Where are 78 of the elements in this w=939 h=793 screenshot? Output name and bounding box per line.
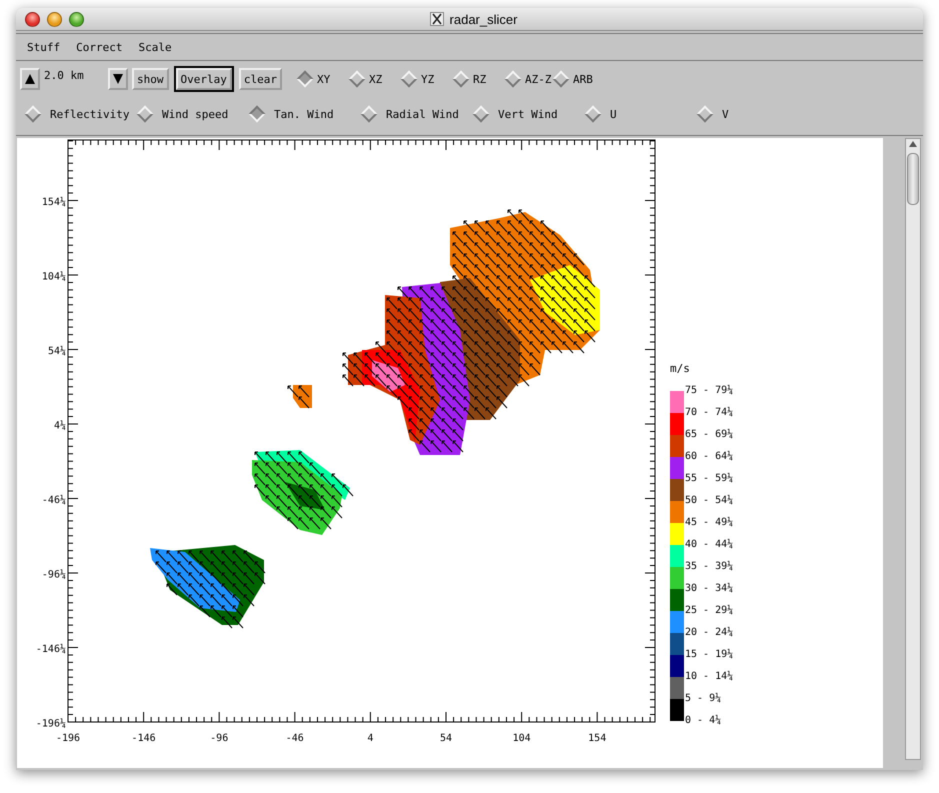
action-button[interactable]: show (132, 68, 168, 90)
radio-label: RZ (472, 72, 486, 86)
close-button[interactable] (25, 12, 40, 26)
plane-radio[interactable]: AZ-Z (504, 72, 552, 86)
vertical-scrollbar[interactable] (905, 138, 921, 760)
plane-radio[interactable]: XZ (348, 72, 400, 86)
legend-unit: m/s (670, 362, 691, 377)
field-radio[interactable]: Tan. Wind (248, 108, 360, 120)
increase-button[interactable] (20, 68, 40, 90)
y-axis-label: -46¼ (42, 495, 66, 506)
y-axis-label: -146¼ (36, 644, 66, 655)
legend-label: 0 - 4¼ (685, 714, 722, 728)
legend-label: 40 - 44¼ (685, 538, 734, 552)
legend-label: 55 - 59¼ (685, 472, 734, 486)
legend-label: 65 - 69¼ (685, 428, 734, 442)
radio-label: XY (316, 72, 330, 86)
legend-label: 75 - 79¼ (685, 384, 734, 398)
legend-label: 20 - 24¼ (685, 626, 734, 640)
radio-label: Tan. Wind (274, 108, 334, 120)
y-axis-label: 54¼ (48, 346, 66, 357)
action-button[interactable]: clear (238, 68, 282, 90)
window-title: radar_slicer (450, 12, 518, 26)
field-radio[interactable]: V (696, 108, 808, 120)
x-axis-label: 104 (512, 733, 531, 744)
x-axis-label: -46 (286, 733, 304, 744)
field-radio[interactable]: Radial Wind (360, 108, 472, 120)
x-axis-label: -196 (56, 733, 80, 744)
plane-radio[interactable]: ARB (552, 72, 604, 86)
radio-label: AZ-Z (524, 72, 552, 86)
legend-label: 35 - 39¼ (685, 560, 734, 574)
minimize-button[interactable] (47, 12, 62, 26)
radio-label: U (610, 108, 617, 120)
plane-radio[interactable]: XY (296, 72, 348, 86)
height-value: 2.0 km (44, 69, 85, 82)
radio-label: XZ (368, 72, 382, 86)
x-axis-label: 154 (588, 733, 606, 744)
radio-label: Wind speed (162, 108, 228, 120)
menu-item[interactable]: Stuff (22, 38, 66, 56)
up-triangle-icon (907, 139, 919, 149)
radio-label: V (722, 108, 729, 120)
scrollbar-thumb[interactable] (907, 153, 919, 205)
y-axis-label: -196¼ (36, 718, 66, 730)
y-axis-label: 154¼ (42, 197, 66, 208)
radio-label: ARB (572, 72, 593, 86)
legend-label: 10 - 14¼ (685, 670, 734, 684)
x-axis-label: 4 (367, 733, 374, 744)
radio-label: Radial Wind (386, 108, 459, 120)
action-button[interactable]: Overlay (176, 68, 232, 90)
field-radio[interactable]: Wind speed (136, 108, 248, 120)
x-axis-label: -146 (132, 733, 156, 744)
menu-item[interactable]: Correct (71, 38, 128, 56)
radio-label: Reflectivity (50, 108, 130, 120)
x-axis-label: -96 (210, 733, 228, 744)
legend-label: 70 - 74¼ (685, 406, 734, 420)
y-axis-label: -96¼ (42, 570, 66, 580)
field-radio[interactable]: U (584, 108, 696, 120)
field-radio[interactable]: Vert Wind (472, 108, 584, 120)
zoom-button[interactable] (69, 12, 84, 26)
plane-radio[interactable]: YZ (400, 72, 452, 86)
legend-label: 30 - 34¼ (685, 582, 734, 596)
y-axis-label: 4¼ (54, 420, 66, 432)
legend-label: 25 - 29¼ (685, 604, 734, 618)
radio-label: Vert Wind (498, 108, 558, 120)
legend-label: 15 - 19¼ (685, 648, 734, 662)
y-axis-label: 104¼ (42, 272, 66, 282)
x-axis-label: 54 (440, 733, 452, 744)
legend-label: 50 - 54¼ (685, 494, 734, 508)
menu-item[interactable]: Scale (133, 38, 177, 56)
legend-label: 60 - 64¼ (685, 450, 734, 464)
field-radio[interactable]: Reflectivity (24, 108, 136, 120)
plane-radio[interactable]: RZ (452, 72, 504, 86)
down-triangle-icon (112, 73, 124, 85)
x-logo-icon (430, 12, 444, 26)
legend-label: 45 - 49¼ (685, 516, 734, 530)
legend-label: 5 - 9¼ (685, 692, 722, 706)
radio-label: YZ (420, 72, 434, 86)
decrease-button[interactable] (108, 68, 128, 90)
up-triangle-icon (24, 73, 36, 85)
